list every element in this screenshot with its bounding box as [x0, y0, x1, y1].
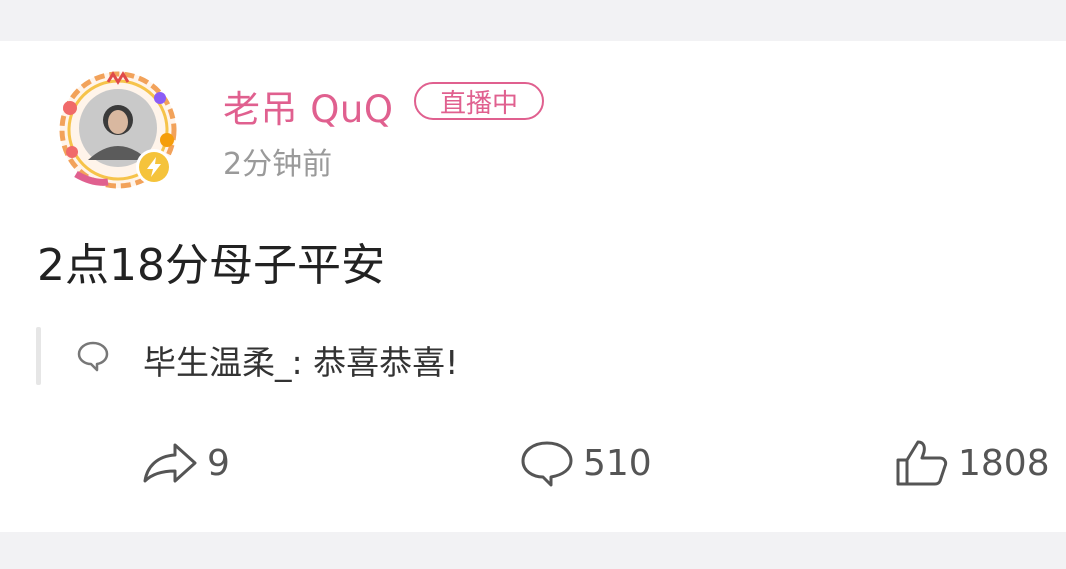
verified-badge	[136, 149, 172, 185]
feed-card: 老吊 QuQ 直播中 2分钟前 2点18分母子平安 毕生温柔_: 恭喜恭喜! 9…	[0, 41, 1066, 532]
comment-preview[interactable]: 毕生温柔_: 恭喜恭喜!	[36, 327, 1016, 385]
comment-bubble-icon	[521, 441, 573, 487]
comment-bubble-icon	[77, 341, 109, 372]
comment-author[interactable]: 毕生温柔_	[143, 343, 292, 382]
lightning-badge-icon	[147, 157, 161, 177]
timestamp: 2分钟前	[223, 147, 333, 182]
quote-bar	[36, 327, 41, 385]
share-count: 9	[207, 442, 230, 484]
share-button[interactable]: 9	[141, 437, 230, 489]
like-count: 1808	[958, 442, 1050, 484]
avatar[interactable]	[48, 70, 188, 190]
comment-button[interactable]: 510	[519, 437, 652, 489]
comment-count: 510	[583, 442, 652, 484]
comment-preview-text: 毕生温柔_: 恭喜恭喜!	[143, 336, 458, 384]
share-arrow-icon	[143, 443, 197, 483]
username[interactable]: 老吊 QuQ	[223, 79, 393, 133]
like-button[interactable]: 1808	[894, 437, 1050, 489]
thumbs-up-icon	[896, 440, 948, 486]
comment-content: : 恭喜恭喜!	[291, 343, 459, 382]
live-badge[interactable]: 直播中	[414, 82, 544, 120]
post-text[interactable]: 2点18分母子平安	[37, 229, 385, 293]
